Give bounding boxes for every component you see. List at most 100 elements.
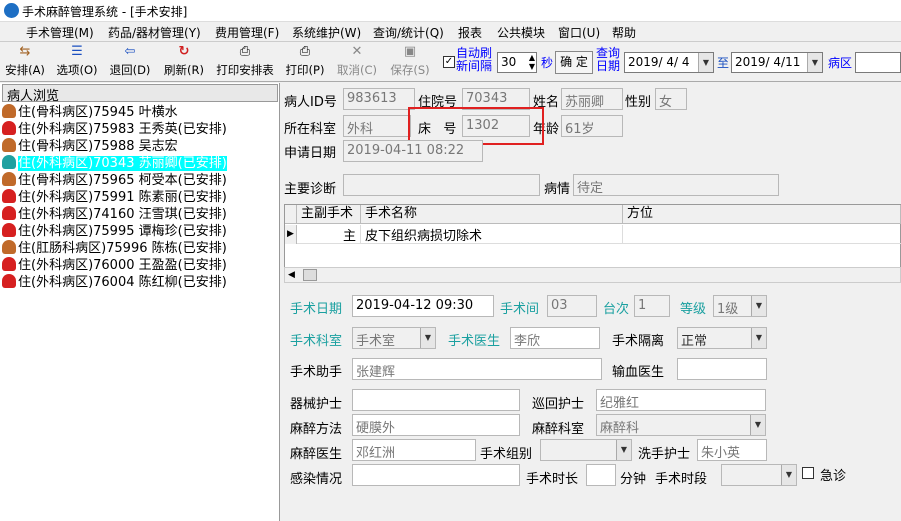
options-icon: ☰ (71, 44, 83, 59)
surgery-dept-select[interactable]: 手术室 ▼ (352, 327, 436, 349)
date-from-picker[interactable]: 2019/ 4/ 4 ▼ (624, 52, 714, 73)
menu-bar: 手术管理(M) 药品/器材管理(Y) 费用管理(F) 系统维护(W) 查询/统计… (0, 22, 901, 42)
menu-system[interactable]: 系统维护(W) (292, 24, 361, 41)
dropdown-arrow-icon[interactable]: ▼ (420, 328, 435, 348)
toolbar: ⇆ 安排(A) ☰ 选项(O) ⇦ 退回(D) ↻ 刷新(R) ⎙ 打印安排表 … (0, 42, 901, 82)
grid-header-name[interactable]: 手术名称 (361, 205, 623, 224)
period-label: 手术时段 (655, 472, 708, 487)
grid-cell-position[interactable] (623, 225, 901, 244)
gender-field: 女 (655, 88, 687, 110)
order-field[interactable]: 1 (634, 295, 670, 317)
menu-drugs[interactable]: 药品/器材管理(Y) (108, 24, 201, 41)
patient-list-item[interactable]: 住(骨科病区)75965 柯受本(已安排) (2, 172, 278, 189)
menu-window[interactable]: 窗口(U) (558, 24, 600, 41)
female-patient-icon (2, 257, 16, 271)
circulating-nurse-field[interactable]: 纪雅红 (596, 389, 766, 411)
female-patient-icon (2, 121, 16, 135)
date-to-picker[interactable]: 2019/ 4/11 ▼ (731, 52, 823, 73)
group-select[interactable]: ▼ (540, 439, 632, 461)
grid-cell-type[interactable]: 主 (297, 225, 361, 244)
dropdown-arrow-icon[interactable]: ▼ (781, 465, 796, 485)
period-select[interactable]: ▼ (721, 464, 797, 486)
menu-help[interactable]: 帮助 (612, 24, 636, 41)
surgeon-label: 手术医生 (448, 334, 501, 349)
anes-dept-label: 麻醉科室 (532, 422, 585, 437)
patient-list-item[interactable]: 住(外科病区)74160 汪雪琪(已安排) (2, 206, 278, 223)
ward-input[interactable] (855, 52, 901, 73)
duration-field[interactable] (586, 464, 616, 486)
confirm-button[interactable]: 确 定 (555, 51, 593, 74)
patient-list-item[interactable]: 住(外科病区)75995 谭梅珍(已安排) (2, 223, 278, 240)
transfusion-field[interactable] (677, 358, 767, 380)
grid-header-position[interactable]: 方位 (623, 205, 901, 224)
menu-fees[interactable]: 费用管理(F) (215, 24, 279, 41)
query-date-label: 查询日期 (596, 46, 621, 73)
surgeon-field[interactable]: 李欣 (510, 327, 600, 349)
anes-doctor-field[interactable]: 邓红洲 (352, 439, 476, 461)
anes-dept-select[interactable]: 麻醉科 ▼ (596, 414, 766, 436)
age-field: 61岁 (561, 115, 623, 137)
anes-method-field[interactable]: 硬膜外 (352, 414, 520, 436)
room-label: 手术间 (500, 302, 540, 317)
refresh-button[interactable]: ↻ 刷新(R) (160, 44, 208, 80)
menu-query[interactable]: 查询/统计(Q) (373, 24, 444, 41)
options-button[interactable]: ☰ 选项(O) (55, 44, 99, 80)
male-patient-icon (2, 240, 16, 254)
scroll-left-icon[interactable]: ◀ (288, 268, 295, 282)
refresh-interval-input[interactable]: 30 ▲ ▼ (497, 52, 537, 73)
anes-method-label: 麻醉方法 (290, 422, 343, 437)
grid-cell-name[interactable]: 皮下组织病损切除术 (361, 225, 623, 244)
dropdown-arrow-icon[interactable]: ▼ (698, 53, 713, 72)
print-list-button[interactable]: ⎙ 打印安排表 (213, 44, 277, 80)
level-select[interactable]: 1级 ▼ (713, 295, 767, 317)
patient-list-item[interactable]: 住(骨科病区)75988 吴志宏 (2, 138, 278, 155)
instrument-nurse-label: 器械护士 (290, 397, 343, 412)
patient-list-item[interactable]: 住(外科病区)76000 王盈盈(已安排) (2, 257, 278, 274)
save-icon: ▣ (403, 44, 417, 59)
spinner-icon[interactable]: ▲ ▼ (529, 53, 535, 71)
to-label: 至 (717, 56, 730, 70)
emergency-label: 急诊 (820, 469, 847, 484)
refresh-icon: ↻ (178, 44, 190, 59)
auto-refresh-checkbox[interactable]: ✓ (443, 56, 455, 68)
surgery-grid[interactable]: 主副手术 手术名称 方位 ▶ 主 皮下组织病损切除术 (284, 204, 901, 268)
menu-surgery[interactable]: 手术管理(M) (26, 24, 94, 41)
room-field[interactable]: 03 (547, 295, 597, 317)
patient-list-item[interactable]: 住(肛肠科病区)75996 陈栋(已安排) (2, 240, 278, 257)
menu-public[interactable]: 公共模块 (497, 24, 545, 41)
assistant-field[interactable]: 张建辉 (352, 358, 602, 380)
surgery-date-field[interactable]: 2019-04-12 09:30 (352, 295, 494, 317)
patient-list-item[interactable]: 住(外科病区)75983 王秀英(已安排) (2, 121, 278, 138)
cancel-button[interactable]: ✕ 取消(C) (335, 44, 379, 80)
scroll-thumb[interactable] (303, 269, 317, 281)
dropdown-arrow-icon[interactable]: ▼ (751, 296, 766, 316)
isolation-select[interactable]: 正常 ▼ (677, 327, 767, 349)
back-button[interactable]: ⇦ 退回(D) (108, 44, 152, 80)
infection-field[interactable] (352, 464, 520, 486)
seconds-label: 秒 (541, 56, 554, 70)
female-patient-icon (2, 274, 16, 288)
transfusion-label: 输血医生 (612, 365, 665, 380)
horizontal-scrollbar[interactable]: ◀ (284, 267, 901, 283)
dept-label: 所在科室 (284, 122, 337, 137)
emergency-checkbox[interactable] (802, 467, 814, 479)
grid-header-type[interactable]: 主副手术 (297, 205, 361, 224)
patient-list-item[interactable]: 住(外科病区)76004 陈红柳(已安排) (2, 274, 278, 291)
print-button[interactable]: ⎙ 打印(P) (283, 44, 327, 80)
dropdown-arrow-icon[interactable]: ▼ (750, 415, 765, 435)
patient-list-item-selected[interactable]: 住(外科病区)70343 苏丽卿(已安排) (2, 155, 278, 172)
assistant-label: 手术助手 (290, 365, 343, 380)
dropdown-arrow-icon[interactable]: ▼ (751, 328, 766, 348)
patient-list-item[interactable]: 住(外科病区)75991 陈素丽(已安排) (2, 189, 278, 206)
female-patient-icon (2, 223, 16, 237)
duration-label: 手术时长 (526, 472, 579, 487)
dropdown-arrow-icon[interactable]: ▼ (807, 53, 822, 72)
menu-report[interactable]: 报表 (458, 24, 482, 41)
save-button[interactable]: ▣ 保存(S) (388, 44, 432, 80)
instrument-nurse-field[interactable] (352, 389, 520, 411)
dropdown-arrow-icon[interactable]: ▼ (616, 440, 631, 460)
hand-nurse-field[interactable]: 朱小英 (697, 439, 767, 461)
patient-list-item[interactable]: 住(骨科病区)75945 叶横水 (2, 104, 278, 121)
dept-field: 外科 (343, 115, 411, 137)
arrange-button[interactable]: ⇆ 安排(A) (3, 44, 47, 80)
